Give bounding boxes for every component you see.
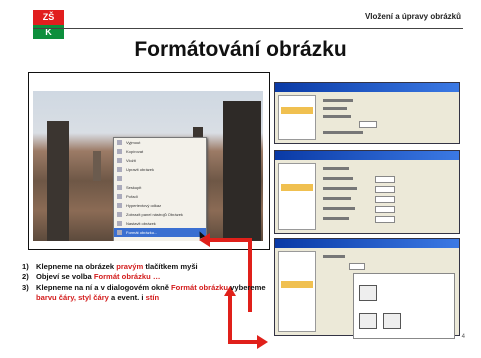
step-text: tlačítkem myši [143,262,198,271]
highlighted-term: barvu čáry, styl čáry [36,293,109,303]
format-dialog-shadow [274,238,460,339]
dialog-pane [319,163,456,230]
dialog-titlebar [275,83,459,92]
instruction-list: 1) Klepneme na obrázek pravým tlačítkem m… [22,262,282,304]
context-menu-item[interactable]: Nastavit obrázek [114,219,206,228]
dialog-sidebar [278,251,316,332]
context-menu-item[interactable]: Vložit [114,156,206,165]
context-menu-item[interactable]: Vyjmout [114,138,206,147]
city-photo: Vyjmout Kopírovat Vložit Upravit obrázek Ses… [33,91,263,241]
arrow-to-dialog [230,340,258,344]
instruction-step: 1) Klepneme na obrázek pravým tlačítkem m… [22,262,282,272]
format-dialog-colors [274,82,460,144]
instruction-step: 2) Objeví se volba Formát obrázku … [22,272,282,282]
highlighted-term: Formát obrázku [171,282,229,292]
dialog-sidebar [278,95,316,140]
slide-title: Formátování obrázku [134,38,347,61]
step-text: a event. i [108,293,146,303]
context-menu-item[interactable]: Hypertextový odkaz [114,201,206,210]
header-title: Vložení a úpravy obrázků [364,12,461,21]
context-menu-item[interactable]: Seskupit [114,183,206,192]
slide: ZŠ K Vložení a úpravy obrázků Formátován… [0,0,481,358]
highlighted-term: Formát obrázku … [93,272,161,282]
context-menu-item[interactable]: Upravit obrázek [114,165,206,174]
format-dialog-lines [274,150,460,234]
context-menu-item[interactable]: Zobrazit panel nástrojů Obrázek [114,210,206,219]
dialog-sidebar [278,163,316,230]
dialog-pane [319,95,456,140]
step-text: Klepneme na ní a v dialogovém okně [36,282,172,292]
dialog-titlebar [275,151,459,160]
header-divider [33,28,463,29]
context-menu-item[interactable]: Pořadí [114,192,206,201]
arrow-to-menu [210,238,252,242]
step-text: Objeví se volba [36,272,94,282]
highlighted-term: stín [145,293,160,303]
step-text: Klepneme na obrázek [36,262,117,271]
step-number: 1) [22,262,29,271]
context-menu-item[interactable]: Formát obrázku... [114,228,206,237]
page-number: 4 [461,334,465,340]
school-logo: ZŠ K [33,10,64,39]
dialog-pane [319,251,456,339]
screenshot-panel: Vyjmout Kopírovat Vložit Upravit obrázek Ses… [28,72,270,250]
arrow-left-head-icon [199,233,210,247]
arrow-right-head-icon [257,335,268,349]
context-menu-separator [114,174,206,183]
logo-top: ZŠ [33,10,64,25]
context-menu-item[interactable]: Kopírovat [114,147,206,156]
context-menu: Vyjmout Kopírovat Vložit Upravit obrázek Ses… [113,137,207,241]
step-number: 3) [22,282,29,292]
instruction-step: 3) Klepneme na ní a v dialogovém okně For… [22,283,282,304]
step-text: vybereme [228,282,266,292]
highlighted-term: pravým [116,262,144,271]
step-number: 2) [22,272,29,282]
dialog-titlebar [275,239,459,248]
